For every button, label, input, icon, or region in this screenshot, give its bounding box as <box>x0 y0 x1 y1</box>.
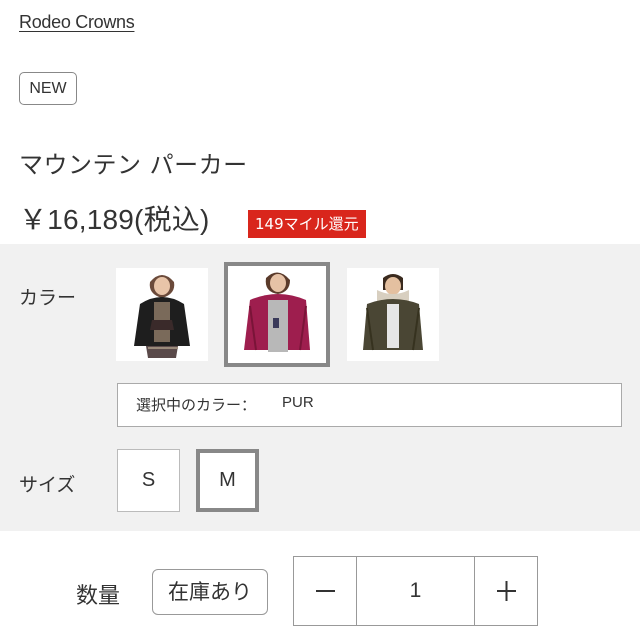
color-swatch-black[interactable] <box>116 268 208 361</box>
quantity-decrease-button[interactable] <box>294 557 357 625</box>
new-badge: NEW <box>19 72 77 105</box>
quantity-label: 数量 <box>76 584 121 609</box>
stock-status-badge: 在庫あり <box>152 569 268 615</box>
color-swatch-purple[interactable] <box>224 262 330 367</box>
price: ￥16,189(税込) <box>19 204 210 235</box>
quantity-increase-button[interactable] <box>474 557 537 625</box>
selected-color-display: 選択中のカラー： PUR <box>117 383 622 427</box>
brand-link[interactable]: Rodeo Crowns <box>19 12 135 33</box>
selected-color-label: 選択中のカラー： <box>136 396 257 414</box>
quantity-value[interactable]: 1 <box>357 557 474 625</box>
quantity-stepper: 1 <box>293 556 538 626</box>
selected-color-value: PUR <box>282 394 314 411</box>
size-option-s[interactable]: S <box>117 449 180 512</box>
color-label: カラー <box>19 287 77 309</box>
product-title: マウンテン パーカー <box>19 151 248 179</box>
mile-reward-badge: 149マイル還元 <box>248 210 366 238</box>
khaki-jacket-image <box>347 268 439 361</box>
minus-icon <box>316 590 335 592</box>
black-jacket-image <box>116 268 208 361</box>
color-swatch-khaki[interactable] <box>347 268 439 361</box>
size-label: サイズ <box>19 474 76 496</box>
purple-jacket-image <box>228 266 326 363</box>
size-option-m[interactable]: M <box>196 449 259 512</box>
plus-icon <box>497 581 516 601</box>
